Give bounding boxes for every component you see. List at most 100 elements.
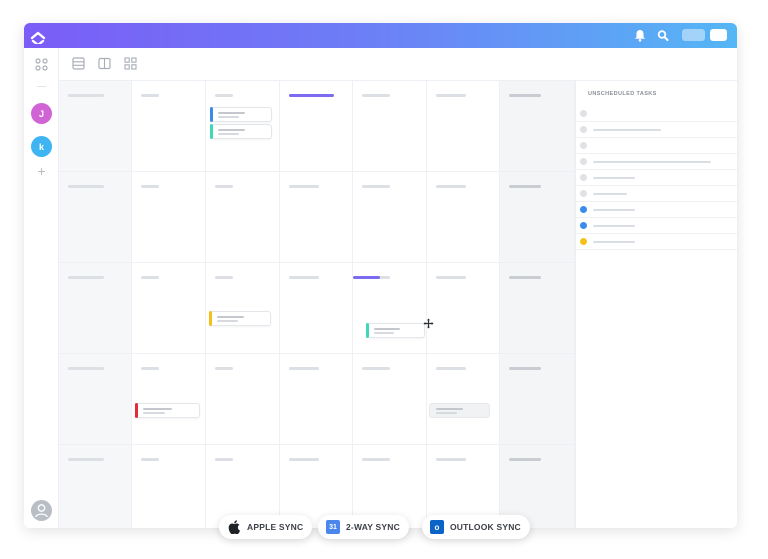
task-card[interactable] [429,403,490,418]
unscheduled-task-row[interactable] [576,234,737,250]
calendar-day-cell[interactable] [59,81,132,172]
date-label-placeholder [509,94,541,97]
event-marker[interactable] [353,276,380,279]
top-bar [24,23,737,48]
unscheduled-task-row[interactable] [576,170,737,186]
date-label-placeholder [436,276,466,279]
profile-pill[interactable] [682,29,705,41]
calendar-day-cell[interactable] [132,81,206,172]
board-view-icon[interactable] [98,57,111,70]
apple-sync-label: APPLE SYNC [247,522,304,532]
task-status-dot[interactable] [580,110,587,117]
calendar-day-cell[interactable] [206,354,280,445]
unscheduled-task-row[interactable] [576,186,737,202]
event-marker[interactable] [289,94,334,97]
task-status-dot[interactable] [580,158,587,165]
two-way-sync-label: 2-WAY SYNC [346,522,400,532]
user-profile-icon[interactable] [31,500,52,521]
clickup-logo[interactable] [30,27,46,44]
outlook-sync-label: OUTLOOK SYNC [450,522,521,532]
calendar-day-cell[interactable] [427,172,500,263]
task-card[interactable] [135,403,200,418]
calendar-day-cell[interactable] [500,172,575,263]
view-toolbar [59,48,737,81]
date-label-placeholder [436,185,466,188]
date-label-placeholder [68,276,104,279]
calendar-day-cell[interactable] [206,172,280,263]
avatar-j[interactable]: J [31,103,52,124]
task-subtitle-placeholder [217,320,239,322]
date-label-placeholder [215,276,233,279]
search-icon[interactable] [657,29,669,42]
task-subtitle-placeholder [436,412,458,414]
calendar-day-cell[interactable] [280,263,353,354]
task-title-placeholder [218,112,246,114]
calendar-day-cell[interactable] [59,354,132,445]
avatar-k[interactable]: k [31,136,52,157]
calendar-day-cell[interactable] [500,263,575,354]
calendar-day-cell[interactable] [427,354,500,445]
task-subtitle-placeholder [218,133,240,135]
task-status-dot[interactable] [580,190,587,197]
calendar-day-cell[interactable] [280,172,353,263]
task-status-dot[interactable] [580,126,587,133]
calendar-day-cell[interactable] [353,81,427,172]
menu-pill[interactable] [710,29,727,41]
unscheduled-task-row[interactable] [576,154,737,170]
task-status-dot[interactable] [580,174,587,181]
calendar-day-cell[interactable] [427,81,500,172]
task-card[interactable] [209,311,271,326]
task-card[interactable] [210,124,272,139]
calendar-day-cell[interactable] [280,354,353,445]
bell-icon[interactable] [634,29,646,42]
task-title-placeholder [593,225,635,227]
task-status-dot[interactable] [580,222,587,229]
calendar-day-cell[interactable] [132,263,206,354]
task-title-placeholder [593,161,711,163]
apps-grid-icon[interactable] [35,58,48,71]
calendar-day-cell[interactable] [500,354,575,445]
calendar-day-cell[interactable] [353,354,427,445]
calendar-day-cell[interactable] [59,445,132,528]
unscheduled-task-row[interactable] [576,122,737,138]
apple-sync-button[interactable]: APPLE SYNC [219,515,313,539]
grid-view-icon[interactable] [124,57,137,70]
date-label-placeholder [215,185,233,188]
calendar-day-cell[interactable] [353,172,427,263]
list-view-icon[interactable] [72,57,85,70]
outlook-sync-button[interactable]: o OUTLOOK SYNC [422,515,530,539]
date-label-placeholder [215,367,233,370]
date-label-placeholder [362,94,390,97]
calendar-day-cell[interactable] [500,81,575,172]
date-label-placeholder [215,458,233,461]
two-way-sync-button[interactable]: 31 2-WAY SYNC [318,515,409,539]
sidebar-divider [37,86,46,87]
unscheduled-task-row[interactable] [576,138,737,154]
calendar-day-cell[interactable] [132,354,206,445]
calendar-day-cell[interactable] [206,263,280,354]
task-subtitle-placeholder [143,412,166,414]
task-status-dot[interactable] [580,142,587,149]
calendar-grid [59,81,575,528]
calendar-day-cell[interactable] [427,263,500,354]
add-user-button[interactable]: + [35,164,48,178]
unscheduled-task-row[interactable] [576,202,737,218]
date-label-placeholder [289,276,319,279]
task-status-dot[interactable] [580,206,587,213]
date-label-placeholder [68,185,104,188]
calendar-day-cell[interactable] [132,172,206,263]
unscheduled-task-row[interactable] [576,218,737,234]
calendar-day-cell[interactable] [59,263,132,354]
task-card[interactable] [210,107,272,122]
task-status-dot[interactable] [580,238,587,245]
task-title-placeholder [143,408,172,410]
date-label-placeholder [509,367,541,370]
unscheduled-task-row[interactable] [576,106,737,122]
calendar-day-cell[interactable] [59,172,132,263]
task-card[interactable] [366,323,425,338]
task-color-tag [366,323,369,338]
date-label-placeholder [141,185,159,188]
calendar-day-cell[interactable] [132,445,206,528]
sidebar: J k + [24,48,59,528]
date-label-placeholder [509,185,541,188]
